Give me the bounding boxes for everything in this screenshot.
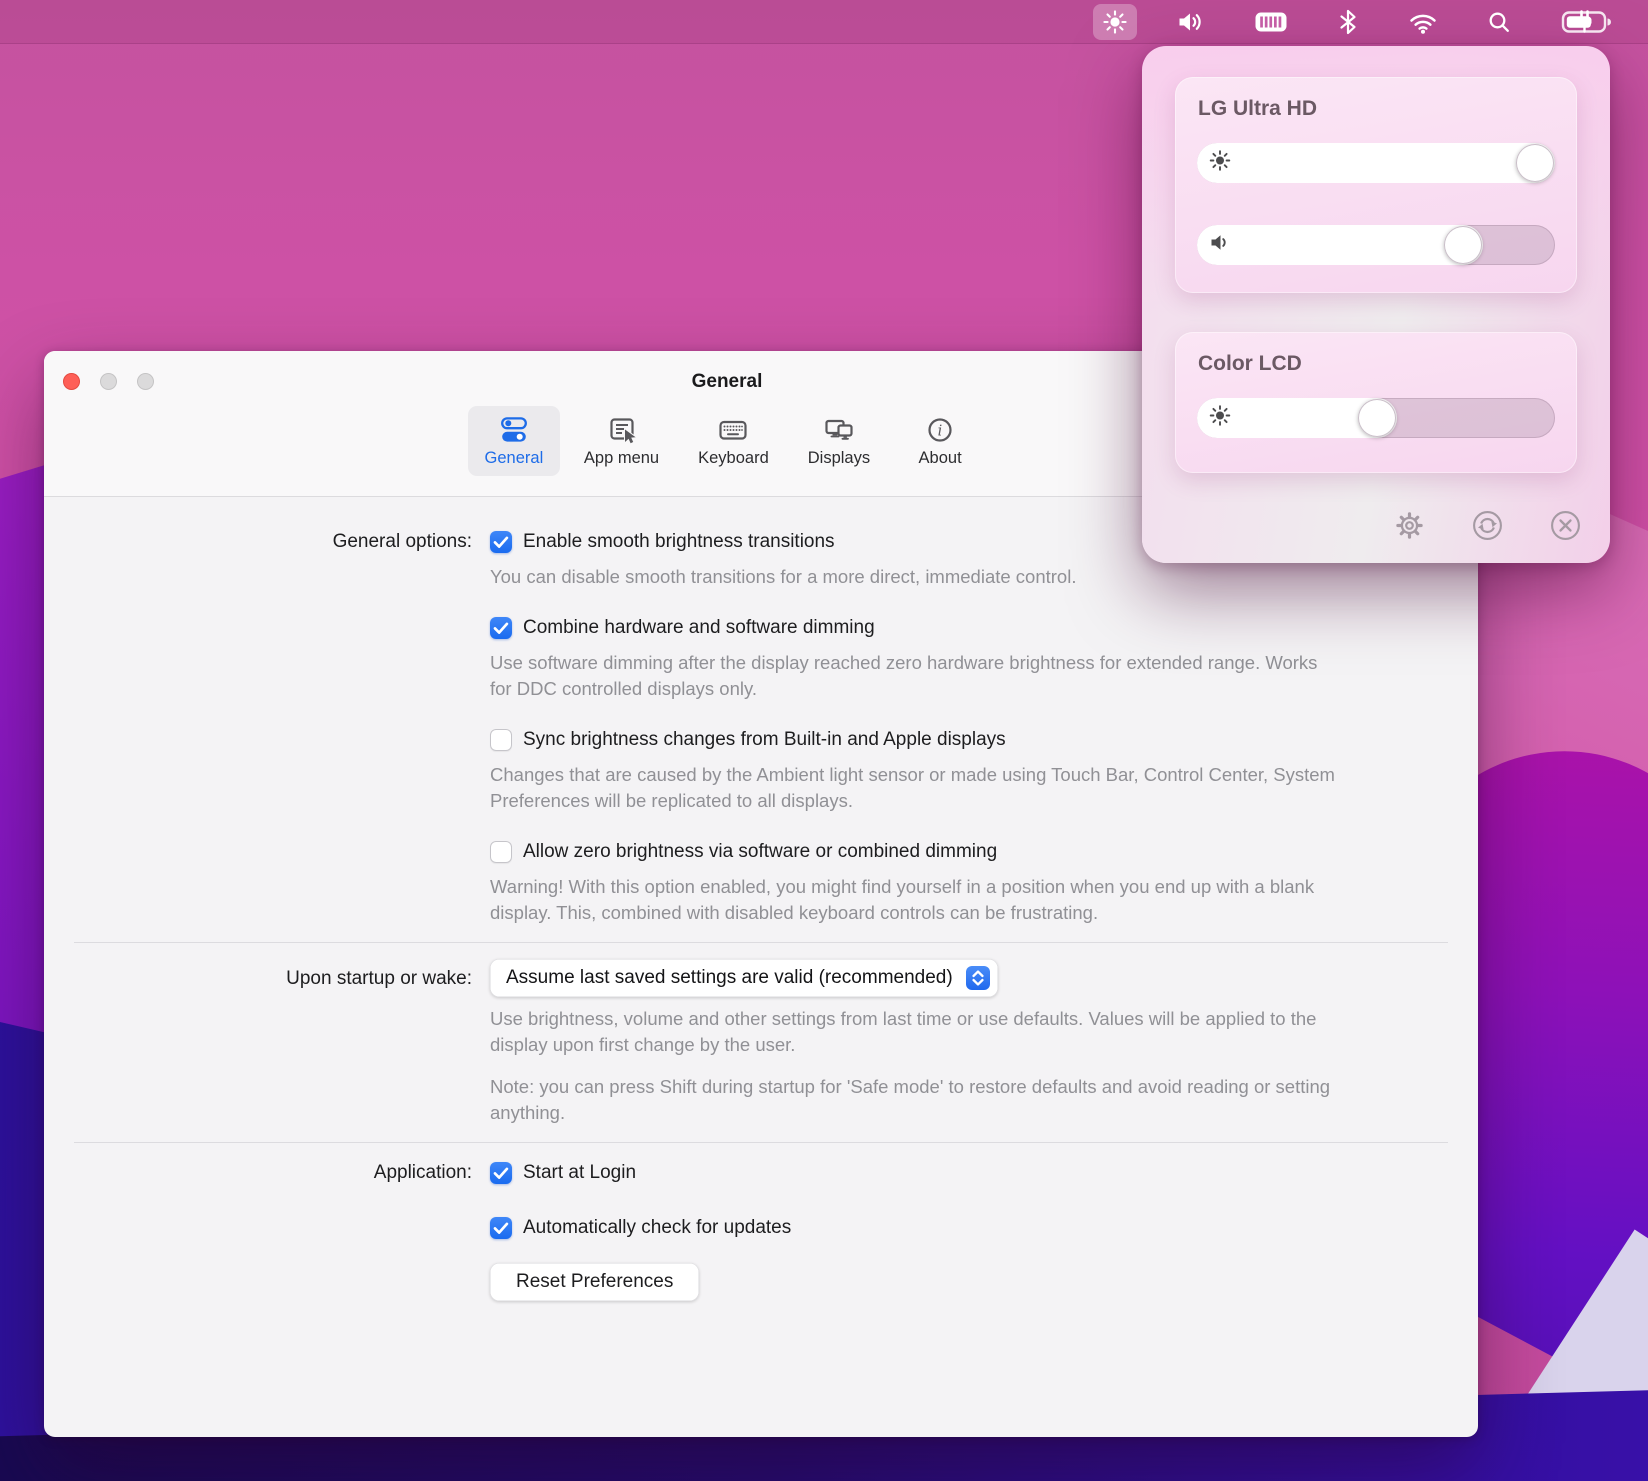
display-controls-popover: LG Ultra HD — [1142, 46, 1610, 563]
tab-displays-label: Displays — [808, 449, 870, 468]
checkbox-label: Start at Login — [523, 1162, 636, 1184]
option-caption: Use software dimming after the display r… — [490, 650, 1335, 702]
option-caption: Changes that are caused by the Ambient l… — [490, 762, 1335, 814]
startup-dropdown-value: Assume last saved settings are valid (re… — [506, 967, 953, 989]
toggles-icon — [499, 415, 529, 445]
menubar-search-icon[interactable] — [1478, 4, 1521, 40]
info-icon: i — [925, 415, 955, 445]
startup-note: Note: you can press Shift during startup… — [490, 1074, 1335, 1126]
desktop-wallpaper: General General — [0, 0, 1648, 1481]
tab-keyboard[interactable]: Keyboard — [683, 406, 784, 476]
slider-knob[interactable] — [1516, 144, 1554, 182]
checkbox-start-at-login[interactable]: Start at Login — [490, 1159, 1478, 1186]
general-options-label: General options: — [44, 528, 472, 553]
settings-gear-icon[interactable] — [1393, 509, 1426, 542]
settings-content: General options: Enable smooth brightnes… — [44, 497, 1478, 1301]
window-title: General — [692, 371, 763, 393]
display-card-color-lcd: Color LCD — [1175, 332, 1577, 473]
volume-speaker-icon — [1209, 232, 1231, 259]
display-card-lg-ultra-hd: LG Ultra HD — [1175, 77, 1577, 293]
keyboard-icon — [718, 415, 748, 445]
brightness-sun-icon — [1209, 150, 1231, 177]
menubar-wifi-icon[interactable] — [1399, 4, 1447, 40]
menubar-keyboard-brightness-icon[interactable] — [1245, 4, 1297, 40]
checkbox-sync-brightness[interactable]: Sync brightness changes from Built-in an… — [490, 726, 1478, 753]
slider-knob[interactable] — [1444, 226, 1482, 264]
startup-label: Upon startup or wake: — [44, 959, 472, 990]
checkbox[interactable] — [490, 617, 512, 639]
startup-dropdown[interactable]: Assume last saved settings are valid (re… — [490, 959, 998, 997]
menubar-bluetooth-icon[interactable] — [1328, 4, 1368, 40]
checkbox[interactable] — [490, 531, 512, 553]
checkbox[interactable] — [490, 1162, 512, 1184]
checkbox-label: Sync brightness changes from Built-in an… — [523, 729, 1006, 751]
checkbox[interactable] — [490, 1217, 512, 1239]
popover-actions — [1393, 509, 1582, 542]
tab-app-menu[interactable]: App menu — [569, 406, 674, 476]
menubar-volume-icon[interactable] — [1168, 4, 1214, 40]
reset-preferences-button[interactable]: Reset Preferences — [490, 1263, 699, 1301]
slider-knob[interactable] — [1358, 399, 1396, 437]
tab-general[interactable]: General — [468, 406, 560, 476]
menubar-battery-charging-icon[interactable] — [1552, 4, 1622, 40]
brightness-slider[interactable] — [1197, 398, 1555, 438]
checkbox[interactable] — [490, 729, 512, 751]
checkbox-label: Combine hardware and software dimming — [523, 617, 875, 639]
tab-app-menu-label: App menu — [584, 449, 659, 468]
tab-general-label: General — [485, 449, 544, 468]
tab-displays[interactable]: Displays — [793, 406, 885, 476]
displays-icon — [824, 415, 854, 445]
close-icon[interactable] — [1549, 509, 1582, 542]
display-name: LG Ultra HD — [1198, 97, 1317, 121]
brightness-sun-icon — [1209, 405, 1231, 432]
tab-keyboard-label: Keyboard — [698, 449, 769, 468]
display-name: Color LCD — [1198, 352, 1302, 376]
checkbox-allow-zero-brightness[interactable]: Allow zero brightness via software or co… — [490, 838, 1478, 865]
section-divider — [74, 1142, 1448, 1143]
option-caption: You can disable smooth transitions for a… — [490, 564, 1335, 590]
tab-about[interactable]: i About — [894, 406, 986, 476]
startup-caption: Use brightness, volume and other setting… — [490, 1006, 1335, 1058]
option-caption: Warning! With this option enabled, you m… — [490, 874, 1335, 926]
slider-fill — [1197, 143, 1555, 183]
slider-fill — [1197, 225, 1483, 265]
brightness-slider[interactable] — [1197, 143, 1555, 183]
menubar-brightness-icon[interactable] — [1093, 4, 1137, 40]
checkbox[interactable] — [490, 841, 512, 863]
checkbox-label: Enable smooth brightness transitions — [523, 531, 835, 553]
checkbox-combine-dimming[interactable]: Combine hardware and software dimming — [490, 614, 1478, 641]
checkbox-auto-updates[interactable]: Automatically check for updates — [490, 1214, 1478, 1241]
application-label: Application: — [44, 1159, 472, 1184]
section-divider — [74, 942, 1448, 943]
app-menu-icon — [607, 415, 637, 445]
dropdown-stepper-icon — [966, 966, 990, 990]
svg-text:i: i — [938, 423, 943, 439]
volume-slider[interactable] — [1197, 225, 1555, 265]
checkbox-label: Allow zero brightness via software or co… — [523, 841, 997, 863]
checkbox-label: Automatically check for updates — [523, 1217, 791, 1239]
tab-about-label: About — [919, 449, 962, 468]
menu-bar — [0, 0, 1648, 44]
refresh-icon[interactable] — [1471, 509, 1504, 542]
toolbar-tabs: General — [468, 406, 986, 476]
